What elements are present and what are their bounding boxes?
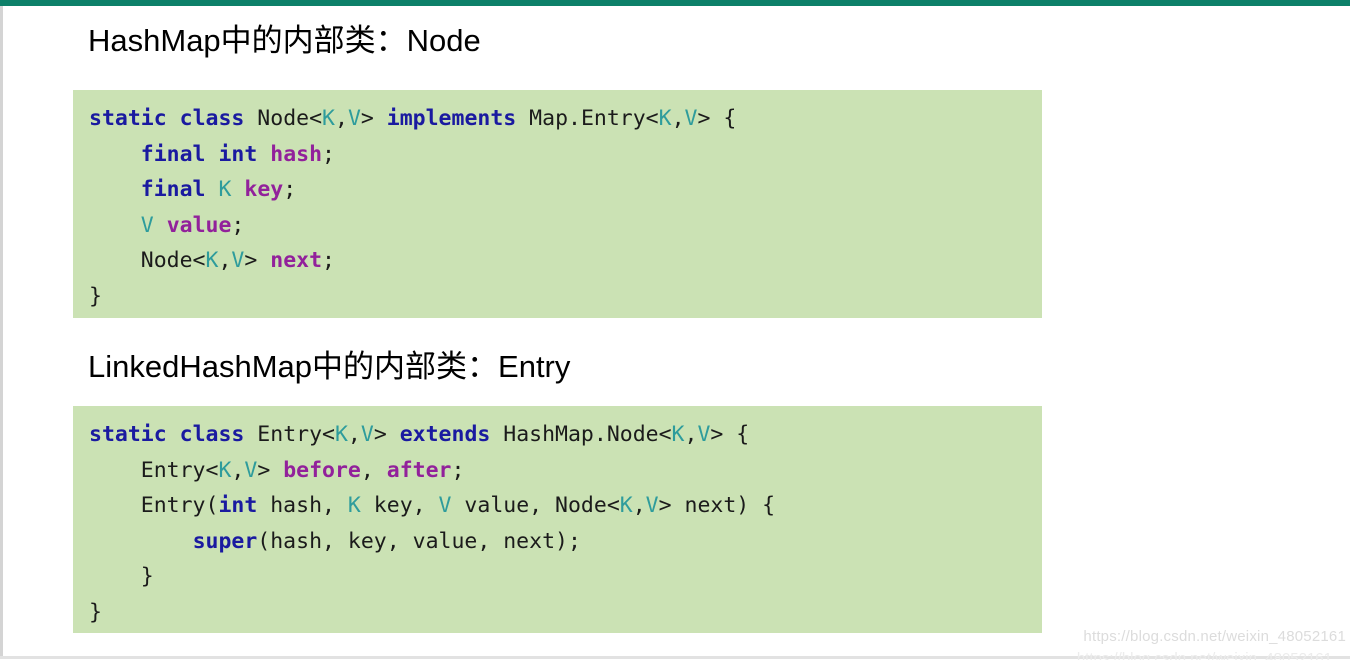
code-token-plain: > { xyxy=(697,106,737,131)
code-token-type: V xyxy=(347,106,361,131)
code-token-type: V xyxy=(645,493,659,518)
code-line: Entry(int hash, K key, V value, Node<K,V… xyxy=(89,488,1042,524)
code-line: V value; xyxy=(89,208,1042,244)
code-line: Node<K,V> next; xyxy=(89,243,1042,279)
code-token-plain: ; xyxy=(451,457,465,483)
code-token-plain: > xyxy=(244,248,271,273)
code-token-plain: Entry( xyxy=(89,493,219,518)
code-token-field: before xyxy=(283,457,361,483)
heading-hashmap-node: HashMap中的内部类：Node xyxy=(88,23,481,58)
code-token-plain: hash, xyxy=(257,493,348,518)
code-token-keyword: class xyxy=(179,106,245,131)
code-token-plain: Node< xyxy=(244,106,323,131)
code-token-type: K xyxy=(218,177,232,202)
code-token-plain: , xyxy=(231,457,245,483)
code-token-plain: , xyxy=(334,106,348,131)
code-line: static class Entry<K,V> extends HashMap.… xyxy=(89,417,1042,453)
code-token-type: K xyxy=(334,422,348,447)
code-token-plain: , xyxy=(218,248,232,273)
code-block-hashmap-node: static class Node<K,V> implements Map.En… xyxy=(73,90,1042,318)
watermark-url-clipped: https://blog.csdn.net/weixin_48052161 xyxy=(1076,650,1332,660)
code-token-field: after xyxy=(386,457,452,483)
code-token-plain: } xyxy=(89,599,102,625)
code-token-keyword: final xyxy=(140,141,206,167)
code-token-type: K xyxy=(205,248,219,273)
code-token-plain: HashMap.Node< xyxy=(490,422,672,447)
code-token-plain: > xyxy=(360,106,387,131)
code-token-keyword: implements xyxy=(386,106,517,131)
code-token-type: K xyxy=(218,457,232,483)
code-token-field: key xyxy=(244,177,284,202)
code-line: } xyxy=(89,559,1042,595)
slide-content: HashMap中的内部类：Node static class Node<K,V>… xyxy=(3,6,1350,656)
code-token-field: next xyxy=(270,248,323,273)
code-token-type: K xyxy=(322,106,335,131)
code-token-type: K xyxy=(619,493,633,518)
code-token-plain: > xyxy=(257,457,284,483)
code-token-type: V xyxy=(684,106,698,131)
code-token-plain: , xyxy=(632,493,646,518)
code-token-plain: Map.Entry< xyxy=(516,106,659,131)
heading-linkedhashmap-entry: LinkedHashMap中的内部类：Entry xyxy=(88,349,571,384)
code-token-plain: key, xyxy=(360,493,439,518)
code-line: } xyxy=(89,279,1042,315)
code-token-plain: Entry< xyxy=(89,457,219,483)
code-token-plain: (hash, key, value, next); xyxy=(257,528,581,554)
code-token-field: value xyxy=(166,212,232,238)
code-token-field: hash xyxy=(270,141,323,167)
code-token-plain: } xyxy=(89,564,154,589)
code-token-plain: ; xyxy=(322,248,335,273)
code-token-plain: > next) { xyxy=(658,493,776,518)
code-token-type: V xyxy=(140,212,154,238)
code-line: } xyxy=(89,595,1042,631)
code-token-plain: Node< xyxy=(89,248,206,273)
code-token-plain: > { xyxy=(710,422,750,447)
code-token-plain: } xyxy=(89,283,102,309)
code-token-plain: > xyxy=(373,422,400,447)
code-token-keyword: int xyxy=(218,493,258,518)
code-token-type: K xyxy=(347,493,361,518)
code-token-keyword: int xyxy=(218,141,258,167)
code-line: super(hash, key, value, next); xyxy=(89,524,1042,560)
code-token-plain: , xyxy=(671,106,685,131)
code-token-keyword: static xyxy=(89,422,167,447)
code-token-plain: ; xyxy=(283,177,297,202)
code-token-type: K xyxy=(671,422,685,447)
code-token-keyword: extends xyxy=(399,422,491,447)
code-block-linkedhashmap-entry: static class Entry<K,V> extends HashMap.… xyxy=(73,406,1042,633)
code-token-plain: , xyxy=(360,457,387,483)
code-line: final int hash; xyxy=(89,137,1042,173)
code-token-plain: value, Node< xyxy=(451,493,620,518)
code-token-keyword: class xyxy=(179,422,245,447)
code-token-plain: ; xyxy=(231,212,245,238)
code-token-keyword: static xyxy=(89,106,167,131)
code-token-type: K xyxy=(658,106,672,131)
watermark-url: https://blog.csdn.net/weixin_48052161 xyxy=(1083,628,1346,645)
code-line: final K key; xyxy=(89,172,1042,208)
code-token-type: V xyxy=(438,493,452,518)
code-token-type: V xyxy=(697,422,711,447)
code-token-plain: , xyxy=(684,422,698,447)
code-token-type: V xyxy=(231,248,245,273)
code-token-type: V xyxy=(360,422,374,447)
code-token-keyword: super xyxy=(192,528,258,554)
code-token-plain: ; xyxy=(322,141,335,167)
code-token-keyword: final xyxy=(140,177,206,202)
code-line: Entry<K,V> before, after; xyxy=(89,453,1042,489)
code-token-plain: , xyxy=(347,422,361,447)
code-token-plain: Entry< xyxy=(244,422,335,447)
code-token-type: V xyxy=(244,457,258,483)
code-line: static class Node<K,V> implements Map.En… xyxy=(89,101,1042,137)
